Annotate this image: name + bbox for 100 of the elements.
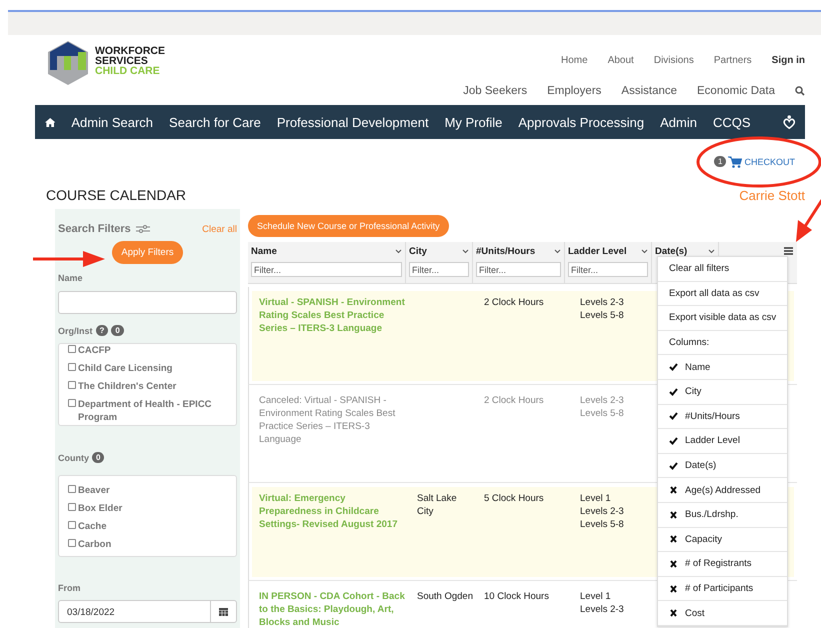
logo-icon xyxy=(47,40,89,86)
checkbox[interactable] xyxy=(68,503,76,511)
menu-item[interactable]: Export visible data as csv xyxy=(658,306,787,331)
nav-item[interactable]: Admin xyxy=(660,114,697,130)
menu-item[interactable]: Export all data as csv xyxy=(658,282,787,306)
column-header[interactable]: City xyxy=(409,246,427,257)
table-cell-text: Levels 5-8 xyxy=(579,309,625,322)
top-link[interactable]: Divisions xyxy=(654,54,694,66)
table-cell-text: 2 Clock Hours xyxy=(483,296,545,310)
table-cell-text: Level 1 xyxy=(579,590,612,603)
sliders-icon xyxy=(136,224,150,234)
checkbox[interactable] xyxy=(68,539,76,547)
nav-item[interactable]: CCQS xyxy=(712,114,751,130)
top-link[interactable]: Partners xyxy=(714,54,752,66)
annotation-arrow xyxy=(33,251,105,267)
checkbox-label: Cache xyxy=(78,520,107,533)
table-cell-text: Levels 2-3 xyxy=(579,603,625,616)
header-link[interactable]: Employers xyxy=(547,85,602,97)
header-link[interactable]: Economic Data xyxy=(697,85,775,97)
top-link[interactable]: About xyxy=(608,54,634,66)
checkbox[interactable] xyxy=(68,381,76,389)
field-label: Name xyxy=(58,273,84,283)
field-label: County xyxy=(58,452,89,462)
help-badge[interactable]: ? xyxy=(96,325,108,336)
nav-item[interactable]: Admin Search xyxy=(71,114,154,130)
checkbox[interactable] xyxy=(68,521,76,529)
table-cell-text: Levels 2-3 xyxy=(579,394,625,407)
table-cell-text: 5 Clock Hours xyxy=(483,492,545,506)
column-header[interactable]: Date(s) xyxy=(655,246,688,257)
menu-item[interactable]: # of Registrants xyxy=(685,558,752,570)
checkbox[interactable] xyxy=(68,485,76,493)
nav-item[interactable]: My Profile xyxy=(444,114,502,130)
date-field[interactable]: 03/18/2022 xyxy=(58,600,237,623)
table-cell-text: Levels 5-8 xyxy=(579,407,625,420)
search-icon[interactable] xyxy=(795,86,805,96)
checkbox[interactable] xyxy=(68,345,76,353)
checkbox-label: Child Care Licensing xyxy=(78,362,172,375)
checkbox-label: Beaver xyxy=(78,484,110,497)
menu-item[interactable]: Capacity xyxy=(685,534,722,545)
cart-icon[interactable] xyxy=(728,156,742,168)
table-cell-text: Levels 2-3 xyxy=(579,296,625,309)
checkbox-label: The Children's Center xyxy=(78,380,176,393)
chevron-icon[interactable] xyxy=(462,249,469,254)
menu-item[interactable]: #Units/Hours xyxy=(685,410,740,422)
menu-heading: Columns: xyxy=(669,337,710,348)
nav-item[interactable]: Approvals Processing xyxy=(518,114,644,130)
chevron-icon[interactable] xyxy=(395,249,402,254)
chevron-icon[interactable] xyxy=(554,249,561,254)
table-cell-text: Levels 2-3 xyxy=(579,505,625,518)
calendar-icon[interactable] xyxy=(219,607,228,616)
filter-field[interactable]: Filter... xyxy=(568,262,648,277)
count-badge: 0 xyxy=(111,325,124,336)
menu-item[interactable]: # of Participants xyxy=(685,583,754,594)
count-badge: 0 xyxy=(92,452,104,463)
checkbox-label: Box Elder xyxy=(78,502,122,515)
chevron-icon[interactable] xyxy=(708,249,715,254)
logo-text: WORKFORCE SERVICES CHILD CARE xyxy=(95,44,165,76)
header-link[interactable]: Job Seekers xyxy=(463,85,528,97)
table-cell-text: Salt Lake City xyxy=(416,492,458,519)
checkout-link[interactable]: CHECKOUT xyxy=(744,156,795,166)
checkbox-label: CACFP xyxy=(78,344,111,357)
menu-item[interactable]: Ladder Level xyxy=(685,435,740,446)
filter-field[interactable]: Filter... xyxy=(476,262,561,277)
checkbox-label: Department of Health - EPICC Program xyxy=(78,398,213,424)
nav-item[interactable]: Search for Care xyxy=(169,114,261,130)
table-cell-text: 10 Clock Hours xyxy=(483,590,550,604)
menu-item[interactable]: Age(s) Addressed xyxy=(685,484,761,496)
field-label: From xyxy=(58,583,82,593)
menu-icon[interactable] xyxy=(784,247,793,255)
table-cell-text: Level 1 xyxy=(579,492,612,505)
top-link[interactable]: Home xyxy=(561,54,588,66)
menu-item[interactable]: Cost xyxy=(685,608,705,619)
checkbox[interactable] xyxy=(68,399,76,407)
checkbox-label: Carbon xyxy=(78,538,112,551)
menu-item[interactable]: Bus./Ldrshp. xyxy=(685,509,738,520)
header-link[interactable]: Assistance xyxy=(621,85,678,97)
menu-item[interactable]: Date(s) xyxy=(685,460,716,472)
table-cell-text: Levels 5-8 xyxy=(579,518,625,531)
column-header[interactable]: #Units/Hours xyxy=(476,246,536,257)
filters-title: Search Filters xyxy=(58,223,131,235)
table-cell-text: 2 Clock Hours xyxy=(483,394,545,408)
column-header[interactable]: Ladder Level xyxy=(568,246,627,257)
menu-item[interactable]: Clear all filters xyxy=(658,257,787,282)
nav-item[interactable]: Professional Development xyxy=(276,114,429,130)
page-title: COURSE CALENDAR xyxy=(46,187,186,203)
chevron-icon[interactable] xyxy=(641,249,648,254)
name-field[interactable] xyxy=(58,291,237,314)
course-name[interactable]: Canceled: Virtual - SPANISH - Environment Rating Scales Best Practice Series – ITERS-3 Language xyxy=(252,394,410,479)
column-header[interactable]: Name xyxy=(251,246,277,257)
home-icon[interactable] xyxy=(45,116,56,128)
sign-in-link[interactable]: Sign in xyxy=(772,54,805,66)
field-label: Org/Inst xyxy=(58,326,93,336)
table-cell-text: South Ogden xyxy=(416,590,474,604)
cart-count: 1 xyxy=(714,156,726,167)
filter-field[interactable]: Filter... xyxy=(409,262,469,277)
annotation-arrow xyxy=(796,199,821,242)
menu-item[interactable]: Name xyxy=(685,362,710,373)
menu-item[interactable]: City xyxy=(685,386,702,398)
checkbox[interactable] xyxy=(68,363,76,371)
filter-field[interactable]: Filter... xyxy=(251,262,402,277)
